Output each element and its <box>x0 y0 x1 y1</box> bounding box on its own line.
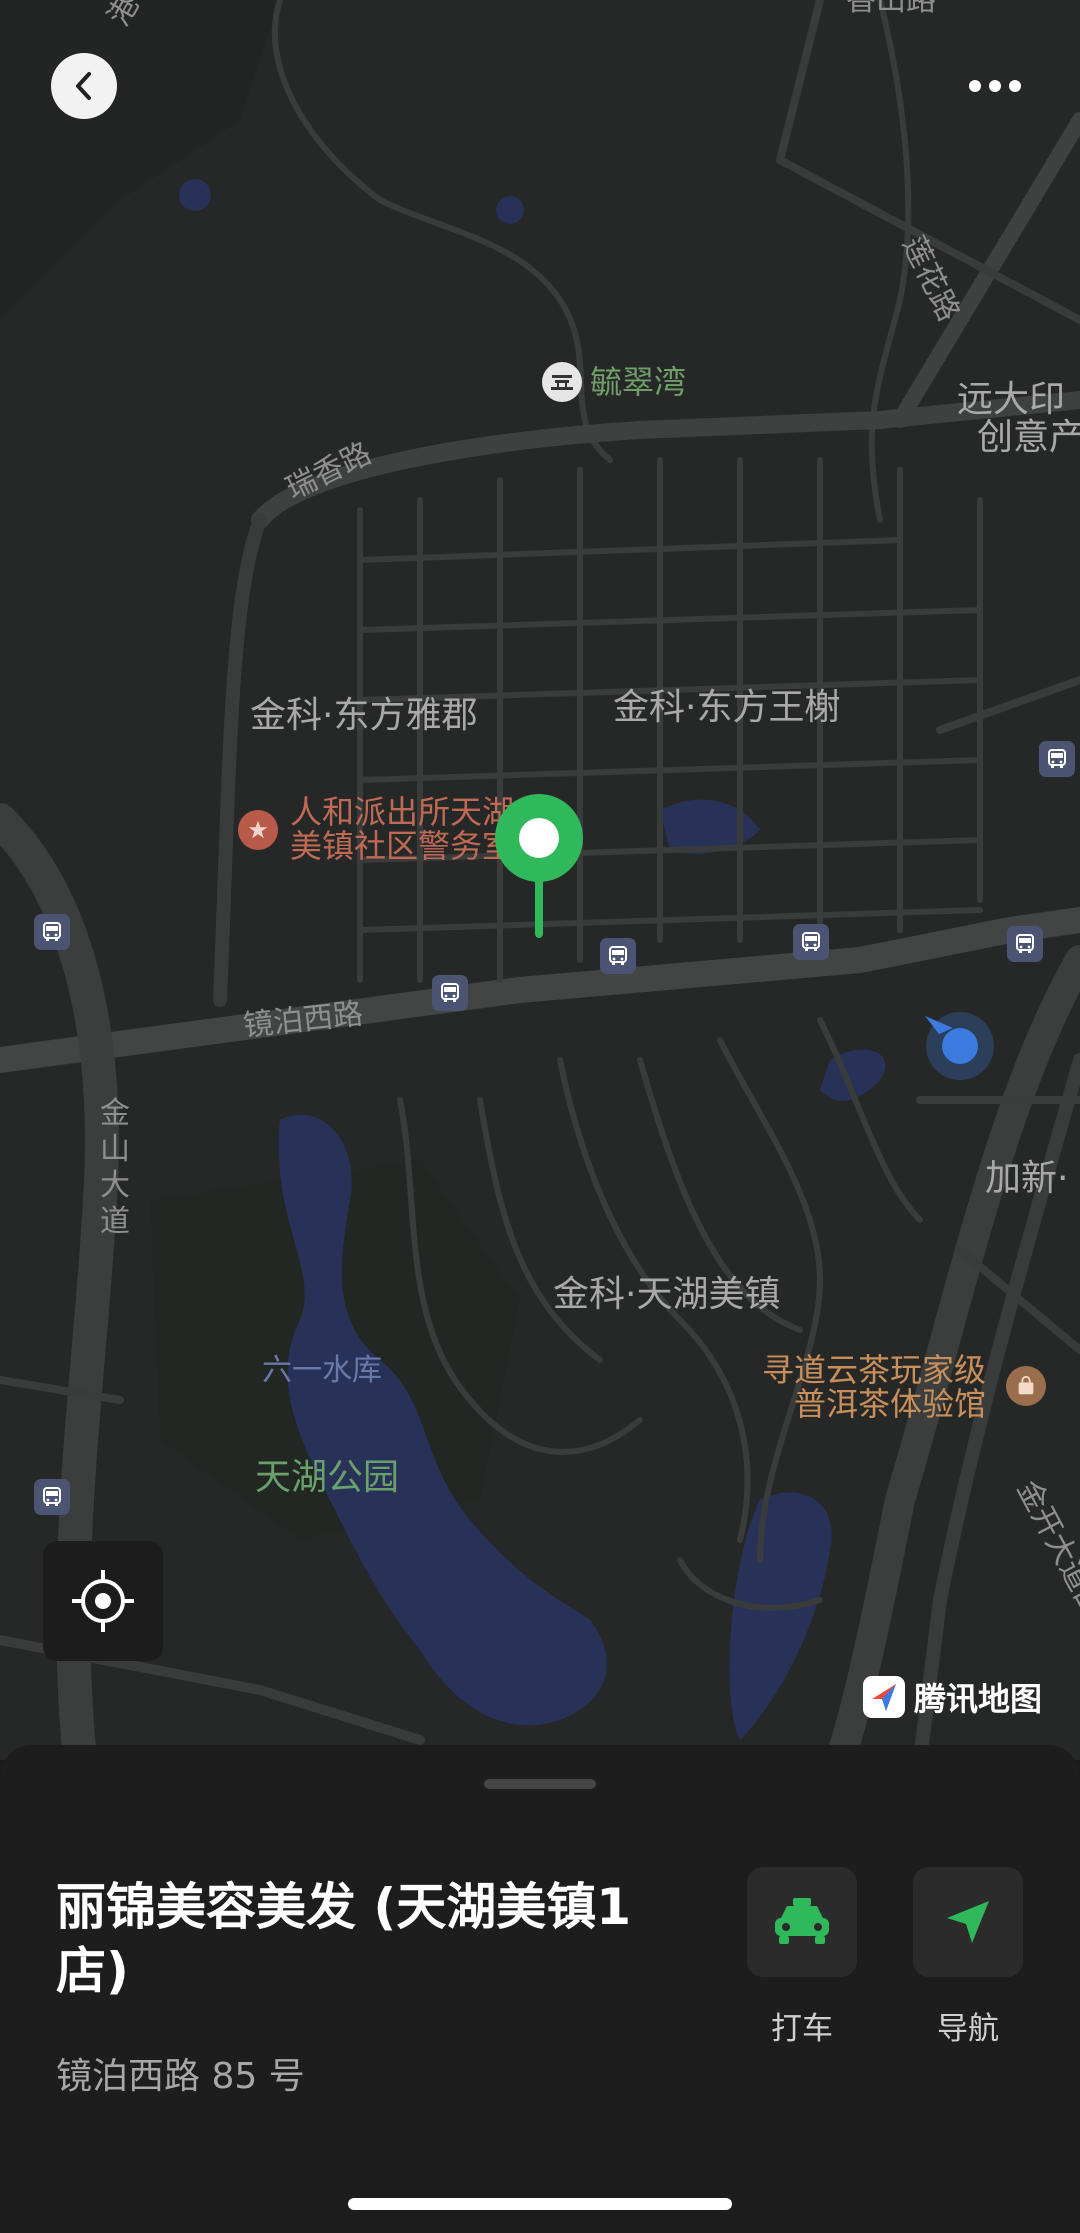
area-label-yuanda-1: 远大印 <box>957 379 1066 420</box>
map-brand: 腾讯地图 <box>862 1673 1042 1721</box>
place-sheet: 丽锦美容美发 (天湖美镇1店) 镜泊西路 85 号 打车 导航 <box>0 1745 1080 2233</box>
poi-label-tea-1[interactable]: 寻道云茶玩家级 <box>762 1353 986 1387</box>
place-address: 镜泊西路 85 号 <box>56 2056 305 2097</box>
locate-button[interactable] <box>43 1541 163 1661</box>
navigation-arrow-icon <box>947 1901 989 1943</box>
bus-stop-icon[interactable] <box>793 924 829 960</box>
bus-stop-icon[interactable] <box>432 975 468 1011</box>
shop-bag-icon <box>1006 1366 1046 1406</box>
brand-text: 腾讯地图 <box>914 1680 1043 1718</box>
bus-stop-icon[interactable] <box>1007 926 1043 962</box>
residential-icon <box>542 362 582 402</box>
area-label-fangyajun: 金科·东方雅郡 <box>250 695 478 736</box>
tencent-map-logo-icon <box>863 1676 905 1718</box>
taxi-icon <box>775 1898 829 1944</box>
bus-stop-icon[interactable] <box>34 1479 70 1515</box>
navigate-button-box[interactable] <box>913 1867 1023 1977</box>
crosshair-icon <box>72 1570 134 1632</box>
navigate-label: 导航 <box>937 2011 999 2047</box>
dot-icon <box>1009 80 1021 92</box>
poi-label-police-2[interactable]: 美镇社区警务室 <box>290 829 514 863</box>
place-title: 丽锦美容美发 (天湖美镇1店) <box>56 1878 632 2000</box>
dot-icon <box>969 80 981 92</box>
back-button[interactable] <box>51 53 117 119</box>
chevron-left-icon <box>76 72 91 100</box>
police-icon <box>238 810 278 850</box>
road-label-top-center: 香山路 <box>846 0 936 18</box>
park-label-tianhu: 天湖公园 <box>255 1457 400 1498</box>
poi-label-police-1[interactable]: 人和派出所天湖 <box>290 795 514 829</box>
road-label-jinshan: 金山大道 <box>100 1096 130 1239</box>
map-view[interactable]: 金科·东方雅郡 金科·东方王榭 金科·天湖美镇 远大印 创意产 加新· 毓翠湾 … <box>0 0 1080 1760</box>
poi-label-yuancuiwan[interactable]: 毓翠湾 <box>590 366 686 398</box>
area-label-yuanda-2: 创意产 <box>977 417 1080 458</box>
taxi-button-box[interactable] <box>747 1867 857 1977</box>
area-label-wangxie: 金科·东方王榭 <box>613 687 841 728</box>
area-label-jiaxin: 加新· <box>985 1158 1069 1199</box>
bus-stop-icon[interactable] <box>600 938 636 974</box>
location-pin-icon[interactable] <box>494 793 584 940</box>
taxi-button[interactable]: 打车 <box>747 1867 857 2048</box>
user-location-icon <box>925 1012 994 1080</box>
water-label-liuyi: 六一水库 <box>262 1353 382 1388</box>
sheet-handle[interactable] <box>484 1779 596 1789</box>
dot-icon <box>989 80 1001 92</box>
taxi-label: 打车 <box>771 2011 833 2047</box>
bus-stop-icon[interactable] <box>34 914 70 950</box>
more-button[interactable] <box>955 66 1035 106</box>
bus-stop-icon[interactable] <box>1039 741 1075 777</box>
navigate-button[interactable]: 导航 <box>913 1867 1023 2048</box>
area-label-tianhu: 金科·天湖美镇 <box>553 1274 781 1315</box>
poi-label-tea-2[interactable]: 普洱茶体验馆 <box>794 1387 986 1421</box>
home-indicator <box>348 2198 732 2210</box>
